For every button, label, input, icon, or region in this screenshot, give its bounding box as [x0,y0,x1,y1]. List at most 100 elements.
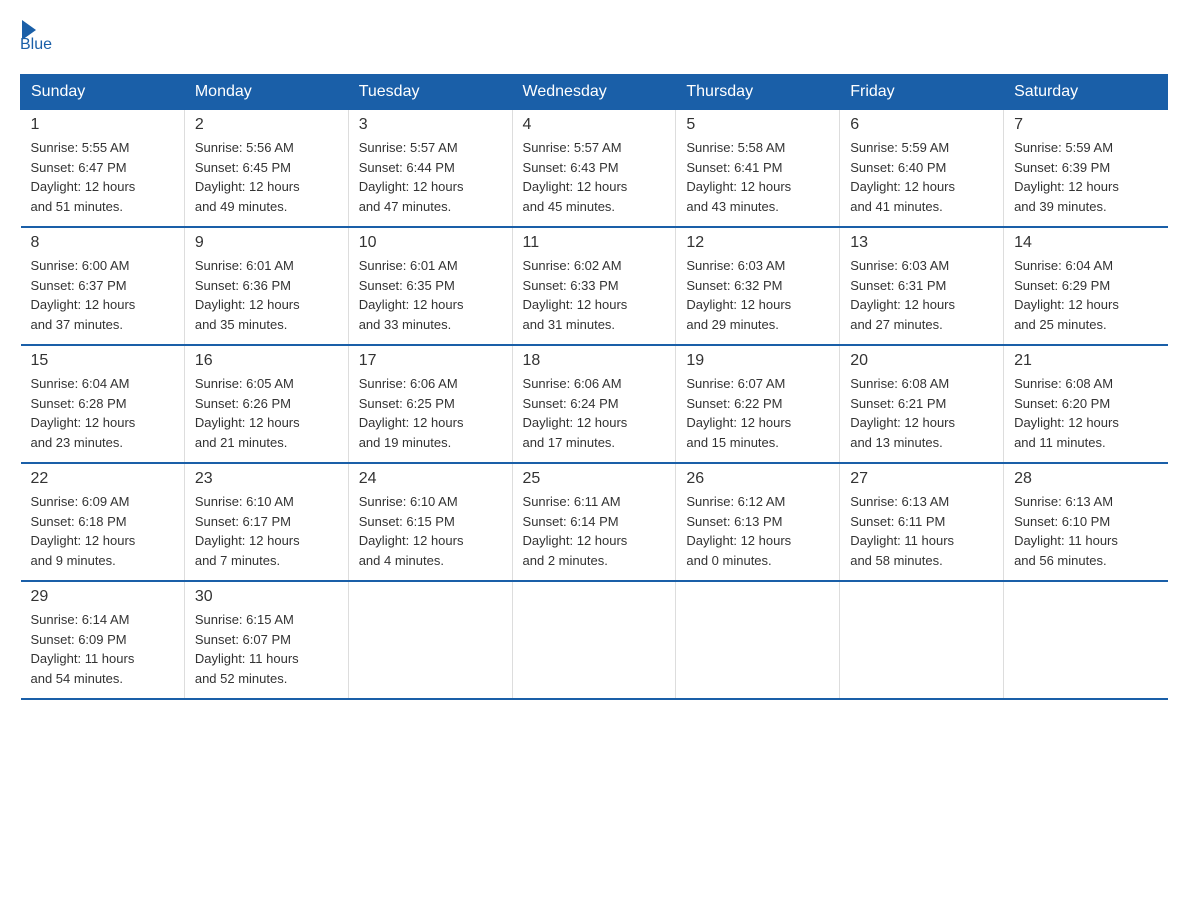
calendar-cell: 4 Sunrise: 5:57 AMSunset: 6:43 PMDaylight… [512,110,676,228]
calendar-cell: 12 Sunrise: 6:03 AMSunset: 6:32 PMDayligh… [676,227,840,345]
day-info: Sunrise: 6:12 AMSunset: 6:13 PMDaylight:… [686,492,829,570]
calendar-cell: 2 Sunrise: 5:56 AMSunset: 6:45 PMDaylight… [184,110,348,228]
day-number: 7 [1014,116,1157,134]
day-info: Sunrise: 6:02 AMSunset: 6:33 PMDaylight:… [523,256,666,334]
calendar-cell: 30 Sunrise: 6:15 AMSunset: 6:07 PMDayligh… [184,581,348,699]
header-friday: Friday [840,75,1004,110]
header-wednesday: Wednesday [512,75,676,110]
day-info: Sunrise: 6:07 AMSunset: 6:22 PMDaylight:… [686,374,829,452]
calendar-cell: 29 Sunrise: 6:14 AMSunset: 6:09 PMDayligh… [21,581,185,699]
calendar-cell: 7 Sunrise: 5:59 AMSunset: 6:39 PMDaylight… [1004,110,1168,228]
day-number: 2 [195,116,338,134]
day-number: 30 [195,588,338,606]
day-info: Sunrise: 6:06 AMSunset: 6:25 PMDaylight:… [359,374,502,452]
calendar-table: SundayMondayTuesdayWednesdayThursdayFrid… [20,74,1168,700]
day-info: Sunrise: 5:59 AMSunset: 6:39 PMDaylight:… [1014,138,1157,216]
day-number: 23 [195,470,338,488]
calendar-cell: 27 Sunrise: 6:13 AMSunset: 6:11 PMDayligh… [840,463,1004,581]
day-info: Sunrise: 5:59 AMSunset: 6:40 PMDaylight:… [850,138,993,216]
day-number: 12 [686,234,829,252]
day-number: 20 [850,352,993,370]
calendar-cell: 5 Sunrise: 5:58 AMSunset: 6:41 PMDaylight… [676,110,840,228]
day-info: Sunrise: 6:08 AMSunset: 6:21 PMDaylight:… [850,374,993,452]
day-info: Sunrise: 6:09 AMSunset: 6:18 PMDaylight:… [31,492,174,570]
day-info: Sunrise: 6:03 AMSunset: 6:31 PMDaylight:… [850,256,993,334]
day-number: 8 [31,234,174,252]
header-sunday: Sunday [21,75,185,110]
logo-subtitle: Blue [20,36,52,54]
day-info: Sunrise: 6:00 AMSunset: 6:37 PMDaylight:… [31,256,174,334]
header-saturday: Saturday [1004,75,1168,110]
day-number: 22 [31,470,174,488]
day-number: 18 [523,352,666,370]
week-row-5: 29 Sunrise: 6:14 AMSunset: 6:09 PMDayligh… [21,581,1168,699]
day-info: Sunrise: 6:10 AMSunset: 6:15 PMDaylight:… [359,492,502,570]
week-row-2: 8 Sunrise: 6:00 AMSunset: 6:37 PMDaylight… [21,227,1168,345]
calendar-cell: 15 Sunrise: 6:04 AMSunset: 6:28 PMDayligh… [21,345,185,463]
day-number: 1 [31,116,174,134]
day-info: Sunrise: 5:56 AMSunset: 6:45 PMDaylight:… [195,138,338,216]
week-row-1: 1 Sunrise: 5:55 AMSunset: 6:47 PMDaylight… [21,110,1168,228]
page-header: Blue [20,20,1168,54]
week-row-3: 15 Sunrise: 6:04 AMSunset: 6:28 PMDayligh… [21,345,1168,463]
day-info: Sunrise: 5:58 AMSunset: 6:41 PMDaylight:… [686,138,829,216]
calendar-cell: 25 Sunrise: 6:11 AMSunset: 6:14 PMDayligh… [512,463,676,581]
day-number: 13 [850,234,993,252]
calendar-cell: 20 Sunrise: 6:08 AMSunset: 6:21 PMDayligh… [840,345,1004,463]
day-info: Sunrise: 6:15 AMSunset: 6:07 PMDaylight:… [195,610,338,688]
day-info: Sunrise: 6:01 AMSunset: 6:35 PMDaylight:… [359,256,502,334]
calendar-cell: 18 Sunrise: 6:06 AMSunset: 6:24 PMDayligh… [512,345,676,463]
day-info: Sunrise: 6:13 AMSunset: 6:10 PMDaylight:… [1014,492,1157,570]
calendar-cell: 26 Sunrise: 6:12 AMSunset: 6:13 PMDayligh… [676,463,840,581]
day-number: 10 [359,234,502,252]
day-info: Sunrise: 6:13 AMSunset: 6:11 PMDaylight:… [850,492,993,570]
day-info: Sunrise: 6:03 AMSunset: 6:32 PMDaylight:… [686,256,829,334]
calendar-cell: 1 Sunrise: 5:55 AMSunset: 6:47 PMDaylight… [21,110,185,228]
day-number: 4 [523,116,666,134]
day-number: 26 [686,470,829,488]
day-number: 25 [523,470,666,488]
day-info: Sunrise: 6:05 AMSunset: 6:26 PMDaylight:… [195,374,338,452]
header-monday: Monday [184,75,348,110]
calendar-cell: 17 Sunrise: 6:06 AMSunset: 6:25 PMDayligh… [348,345,512,463]
day-info: Sunrise: 6:08 AMSunset: 6:20 PMDaylight:… [1014,374,1157,452]
day-number: 21 [1014,352,1157,370]
day-info: Sunrise: 6:06 AMSunset: 6:24 PMDaylight:… [523,374,666,452]
day-info: Sunrise: 5:57 AMSunset: 6:44 PMDaylight:… [359,138,502,216]
day-number: 16 [195,352,338,370]
calendar-cell: 16 Sunrise: 6:05 AMSunset: 6:26 PMDayligh… [184,345,348,463]
calendar-cell: 3Sunrise: 5:57 AMSunset: 6:44 PMDaylight… [348,110,512,228]
header-thursday: Thursday [676,75,840,110]
day-number: 29 [31,588,174,606]
day-number: 5 [686,116,829,134]
calendar-cell: 9Sunrise: 6:01 AMSunset: 6:36 PMDaylight… [184,227,348,345]
day-info: Sunrise: 6:11 AMSunset: 6:14 PMDaylight:… [523,492,666,570]
calendar-cell: 28 Sunrise: 6:13 AMSunset: 6:10 PMDayligh… [1004,463,1168,581]
calendar-header-row: SundayMondayTuesdayWednesdayThursdayFrid… [21,75,1168,110]
day-info: Sunrise: 6:04 AMSunset: 6:28 PMDaylight:… [31,374,174,452]
day-info: Sunrise: 6:01 AMSunset: 6:36 PMDaylight:… [195,256,338,334]
day-number: 15 [31,352,174,370]
calendar-cell: 10 Sunrise: 6:01 AMSunset: 6:35 PMDayligh… [348,227,512,345]
header-tuesday: Tuesday [348,75,512,110]
calendar-cell: 14 Sunrise: 6:04 AMSunset: 6:29 PMDayligh… [1004,227,1168,345]
day-info: Sunrise: 6:14 AMSunset: 6:09 PMDaylight:… [31,610,174,688]
day-number: 6 [850,116,993,134]
calendar-cell [1004,581,1168,699]
week-row-4: 22 Sunrise: 6:09 AMSunset: 6:18 PMDayligh… [21,463,1168,581]
day-info: Sunrise: 5:57 AMSunset: 6:43 PMDaylight:… [523,138,666,216]
calendar-cell [676,581,840,699]
day-number: 24 [359,470,502,488]
calendar-cell: 24 Sunrise: 6:10 AMSunset: 6:15 PMDayligh… [348,463,512,581]
day-number: 17 [359,352,502,370]
calendar-cell: 13 Sunrise: 6:03 AMSunset: 6:31 PMDayligh… [840,227,1004,345]
calendar-cell: 23Sunrise: 6:10 AMSunset: 6:17 PMDayligh… [184,463,348,581]
day-number: 14 [1014,234,1157,252]
day-number: 27 [850,470,993,488]
calendar-cell [348,581,512,699]
calendar-cell: 6 Sunrise: 5:59 AMSunset: 6:40 PMDaylight… [840,110,1004,228]
day-info: Sunrise: 6:04 AMSunset: 6:29 PMDaylight:… [1014,256,1157,334]
day-info: Sunrise: 5:55 AMSunset: 6:47 PMDaylight:… [31,138,174,216]
day-number: 28 [1014,470,1157,488]
day-number: 19 [686,352,829,370]
